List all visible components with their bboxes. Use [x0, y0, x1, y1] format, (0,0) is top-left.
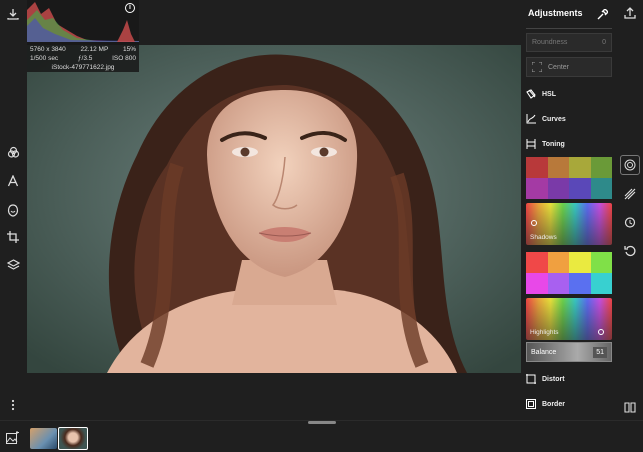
balance-label: Balance	[531, 348, 557, 356]
shadows-swatch-4[interactable]	[590, 157, 612, 178]
shadows-swatch-2[interactable]	[547, 157, 569, 178]
histogram-panel: i 5760 x 3840 22.12 MP 15% 1/500 sec ƒ/3…	[27, 0, 139, 72]
histogram-row-3: iStock-479771622.jpg	[27, 64, 139, 71]
shadows-swatch-6[interactable]	[547, 178, 569, 199]
highlights-swatch-7[interactable]	[569, 273, 591, 294]
distort-label: Distort	[542, 375, 565, 383]
toning-icon	[526, 139, 536, 149]
shutter-speed: 1/500 sec	[30, 55, 59, 62]
right-icon-rail	[618, 0, 643, 420]
thumbnail-2-selected[interactable]	[58, 427, 88, 450]
histogram-graph	[27, 2, 139, 42]
photo-canvas[interactable]	[27, 45, 521, 373]
roundness-field[interactable]: Roundness 0	[526, 33, 612, 52]
histogram-row-2: 1/500 sec ƒ/3.5 ISO 800	[27, 55, 139, 62]
shadows-swatch-7[interactable]	[569, 178, 591, 199]
share-icon[interactable]	[624, 6, 636, 24]
layers-icon[interactable]	[5, 257, 21, 273]
undo-icon[interactable]	[624, 244, 636, 262]
highlights-swatch-4[interactable]	[590, 252, 612, 273]
portrait-photo	[27, 45, 521, 373]
center-label: Center	[548, 63, 570, 71]
toning-label: Toning	[542, 140, 565, 148]
highlights-picker-handle[interactable]	[598, 329, 604, 335]
thumbnail-1[interactable]	[30, 428, 57, 449]
curves-label: Curves	[542, 115, 566, 123]
curves-icon	[526, 114, 536, 124]
center-button[interactable]: Center	[526, 57, 612, 77]
border-label: Border	[542, 400, 565, 408]
iso: ISO 800	[112, 55, 136, 62]
shadows-color-picker[interactable]: Shadows	[526, 203, 612, 245]
panel-title: Adjustments	[528, 8, 583, 18]
highlights-color-picker[interactable]: Highlights	[526, 298, 612, 340]
adjustments-mode-icon[interactable]	[620, 155, 640, 175]
shadows-swatch-1[interactable]	[526, 157, 548, 178]
mask-icon[interactable]	[624, 187, 636, 205]
eyedropper-icon[interactable]	[597, 7, 609, 25]
adjustments-panel: Adjustments Roundness 0 Center HSL Curve…	[521, 0, 618, 420]
image-dimensions: 5760 x 3840	[30, 46, 66, 53]
more-vertical-icon[interactable]	[5, 397, 21, 413]
roundness-value: 0	[602, 39, 606, 46]
highlights-swatch-2[interactable]	[547, 252, 569, 273]
roundness-label: Roundness	[532, 39, 568, 46]
highlights-swatch-8[interactable]	[590, 273, 612, 294]
curves-tool[interactable]: Curves	[526, 114, 566, 124]
text-icon[interactable]	[5, 173, 21, 189]
compare-icon[interactable]	[624, 400, 636, 418]
shadows-label: Shadows	[530, 234, 557, 241]
shadows-swatch-grid	[526, 157, 612, 199]
photos-icon[interactable]	[6, 431, 20, 449]
filters-icon[interactable]	[5, 144, 21, 160]
balance-slider[interactable]: Balance 51	[526, 342, 612, 362]
info-icon[interactable]: i	[125, 3, 135, 13]
crop-icon[interactable]	[5, 229, 21, 245]
border-icon	[526, 399, 536, 409]
shadows-picker-handle[interactable]	[531, 220, 537, 226]
download-icon[interactable]	[5, 6, 21, 22]
image-megapixels: 22.12 MP	[80, 46, 109, 53]
center-icon	[532, 62, 542, 72]
border-tool[interactable]: Border	[526, 399, 565, 409]
zoom-percent: 15%	[122, 46, 136, 53]
histogram-row-1: 5760 x 3840 22.12 MP 15%	[27, 46, 139, 53]
shadows-swatch-3[interactable]	[569, 157, 591, 178]
hsl-tool[interactable]: HSL	[526, 89, 556, 99]
balance-value: 51	[593, 346, 607, 358]
highlights-swatch-5[interactable]	[526, 273, 548, 294]
highlights-swatch-grid	[526, 252, 612, 294]
file-name: iStock-479771622.jpg	[51, 64, 115, 71]
hsl-label: HSL	[542, 90, 556, 98]
highlights-label: Highlights	[530, 329, 559, 336]
shadows-swatch-8[interactable]	[590, 178, 612, 199]
highlights-swatch-1[interactable]	[526, 252, 548, 273]
retouch-icon[interactable]	[5, 202, 21, 218]
divider	[526, 28, 612, 29]
hsl-icon	[526, 89, 536, 99]
left-toolbar	[0, 0, 27, 420]
distort-tool[interactable]: Distort	[526, 374, 565, 384]
highlights-swatch-3[interactable]	[569, 252, 591, 273]
highlights-swatch-6[interactable]	[547, 273, 569, 294]
distort-icon	[526, 374, 536, 384]
drag-handle[interactable]	[308, 421, 336, 424]
filmstrip-bar	[0, 420, 643, 452]
aperture: ƒ/3.5	[77, 55, 93, 62]
toning-tool[interactable]: Toning	[526, 139, 565, 149]
history-icon[interactable]	[624, 215, 636, 233]
shadows-swatch-5[interactable]	[526, 178, 548, 199]
